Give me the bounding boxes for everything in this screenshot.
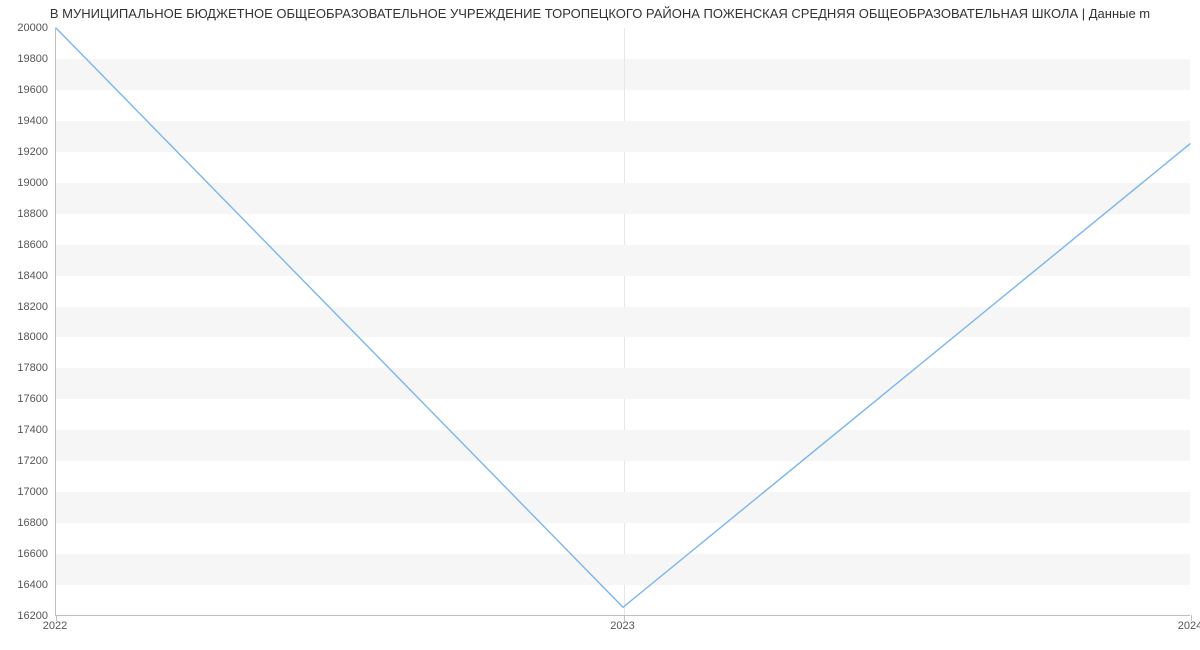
x-tick-label: 2023 bbox=[610, 620, 634, 632]
y-tick-label: 16400 bbox=[0, 579, 48, 591]
y-tick-label: 19200 bbox=[0, 146, 48, 158]
y-tick-label: 20000 bbox=[0, 22, 48, 34]
y-tick-label: 19400 bbox=[0, 115, 48, 127]
y-tick-label: 19600 bbox=[0, 84, 48, 96]
y-tick-label: 17400 bbox=[0, 424, 48, 436]
y-tick-label: 18200 bbox=[0, 301, 48, 313]
y-tick-label: 17800 bbox=[0, 362, 48, 374]
line-series bbox=[56, 28, 1190, 615]
y-tick-label: 17000 bbox=[0, 486, 48, 498]
chart-container: В МУНИЦИПАЛЬНОЕ БЮДЖЕТНОЕ ОБЩЕОБРАЗОВАТЕ… bbox=[0, 0, 1200, 650]
plot-area bbox=[55, 28, 1190, 616]
y-tick-label: 17600 bbox=[0, 393, 48, 405]
y-tick-label: 18400 bbox=[0, 270, 48, 282]
x-tick-label: 2022 bbox=[43, 620, 67, 632]
y-tick-label: 16200 bbox=[0, 610, 48, 622]
chart-title: В МУНИЦИПАЛЬНОЕ БЮДЖЕТНОЕ ОБЩЕОБРАЗОВАТЕ… bbox=[0, 6, 1200, 21]
y-tick-label: 19800 bbox=[0, 53, 48, 65]
y-tick-label: 18800 bbox=[0, 208, 48, 220]
y-tick-label: 16600 bbox=[0, 548, 48, 560]
y-tick-label: 16800 bbox=[0, 517, 48, 529]
x-tick-label: 2024 bbox=[1178, 620, 1200, 632]
y-tick-label: 18600 bbox=[0, 239, 48, 251]
y-tick-label: 17200 bbox=[0, 455, 48, 467]
y-tick-label: 19000 bbox=[0, 177, 48, 189]
y-tick-label: 18000 bbox=[0, 331, 48, 343]
